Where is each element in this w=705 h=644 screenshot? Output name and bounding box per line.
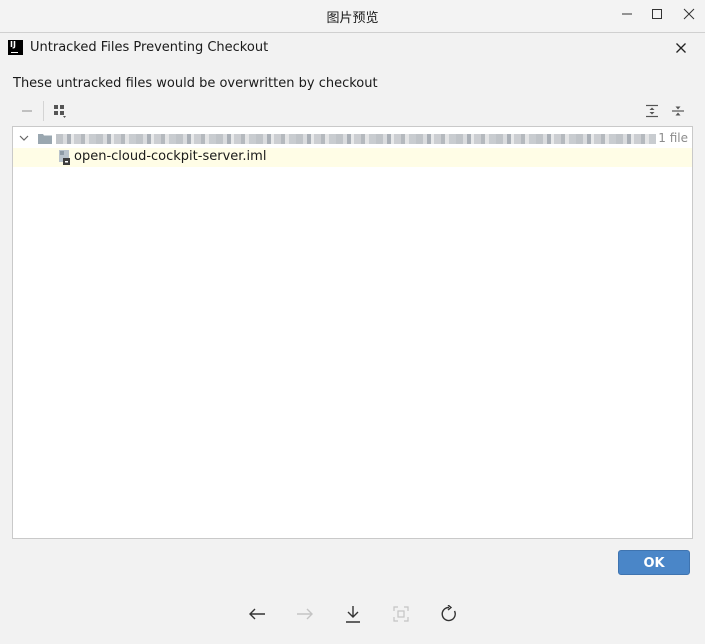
minus-icon bbox=[22, 110, 32, 112]
untracked-files-tree[interactable]: 1 file open-cloud-cockpit-server.iml bbox=[12, 126, 693, 539]
dialog-close-button[interactable] bbox=[671, 38, 691, 58]
ok-button[interactable]: OK bbox=[618, 550, 690, 575]
tree-root-row[interactable]: 1 file bbox=[13, 129, 692, 148]
untracked-files-dialog: IJ Untracked Files Preventing Checkout T… bbox=[0, 32, 705, 591]
intellij-logo-icon: IJ bbox=[8, 40, 23, 55]
file-name: open-cloud-cockpit-server.iml bbox=[74, 149, 267, 164]
fit-screen-icon bbox=[393, 606, 409, 622]
rotate-button[interactable] bbox=[435, 600, 463, 628]
group-by-button[interactable] bbox=[49, 101, 71, 121]
fit-to-window-button[interactable] bbox=[387, 600, 415, 628]
expand-all-button[interactable] bbox=[641, 101, 663, 121]
window-close-button[interactable] bbox=[674, 0, 704, 28]
maximize-icon bbox=[652, 9, 662, 19]
toolbar-separator bbox=[43, 101, 44, 121]
expand-all-icon bbox=[646, 104, 658, 118]
dialog-header: IJ Untracked Files Preventing Checkout bbox=[0, 33, 705, 63]
collapse-button[interactable] bbox=[16, 101, 38, 121]
download-icon bbox=[346, 606, 360, 623]
arrow-left-icon bbox=[249, 608, 265, 620]
close-icon bbox=[683, 8, 695, 20]
iml-file-icon bbox=[59, 150, 70, 165]
collapse-all-icon bbox=[672, 106, 684, 116]
rotate-icon bbox=[441, 605, 456, 622]
previous-button[interactable] bbox=[243, 600, 271, 628]
minimize-button[interactable] bbox=[612, 0, 642, 28]
next-button[interactable] bbox=[291, 600, 319, 628]
chevron-down-icon[interactable] bbox=[19, 133, 29, 143]
folder-path-redacted bbox=[56, 134, 656, 144]
tree-file-row[interactable]: open-cloud-cockpit-server.iml bbox=[13, 148, 692, 167]
folder-icon bbox=[38, 134, 52, 144]
group-by-icon bbox=[54, 105, 66, 118]
viewer-title-bar: 图片预览 bbox=[0, 0, 705, 32]
close-icon bbox=[676, 43, 686, 53]
dialog-title: Untracked Files Preventing Checkout bbox=[30, 40, 269, 55]
dialog-message: These untracked files would be overwritt… bbox=[13, 76, 378, 91]
collapse-all-button[interactable] bbox=[667, 101, 689, 121]
minimize-icon bbox=[622, 13, 632, 15]
arrow-right-icon bbox=[297, 608, 313, 620]
app-icon-text: IJ bbox=[10, 40, 16, 49]
download-button[interactable] bbox=[339, 600, 367, 628]
viewer-title: 图片预览 bbox=[326, 11, 379, 26]
maximize-button[interactable] bbox=[642, 0, 672, 28]
file-count: 1 file bbox=[658, 131, 688, 145]
